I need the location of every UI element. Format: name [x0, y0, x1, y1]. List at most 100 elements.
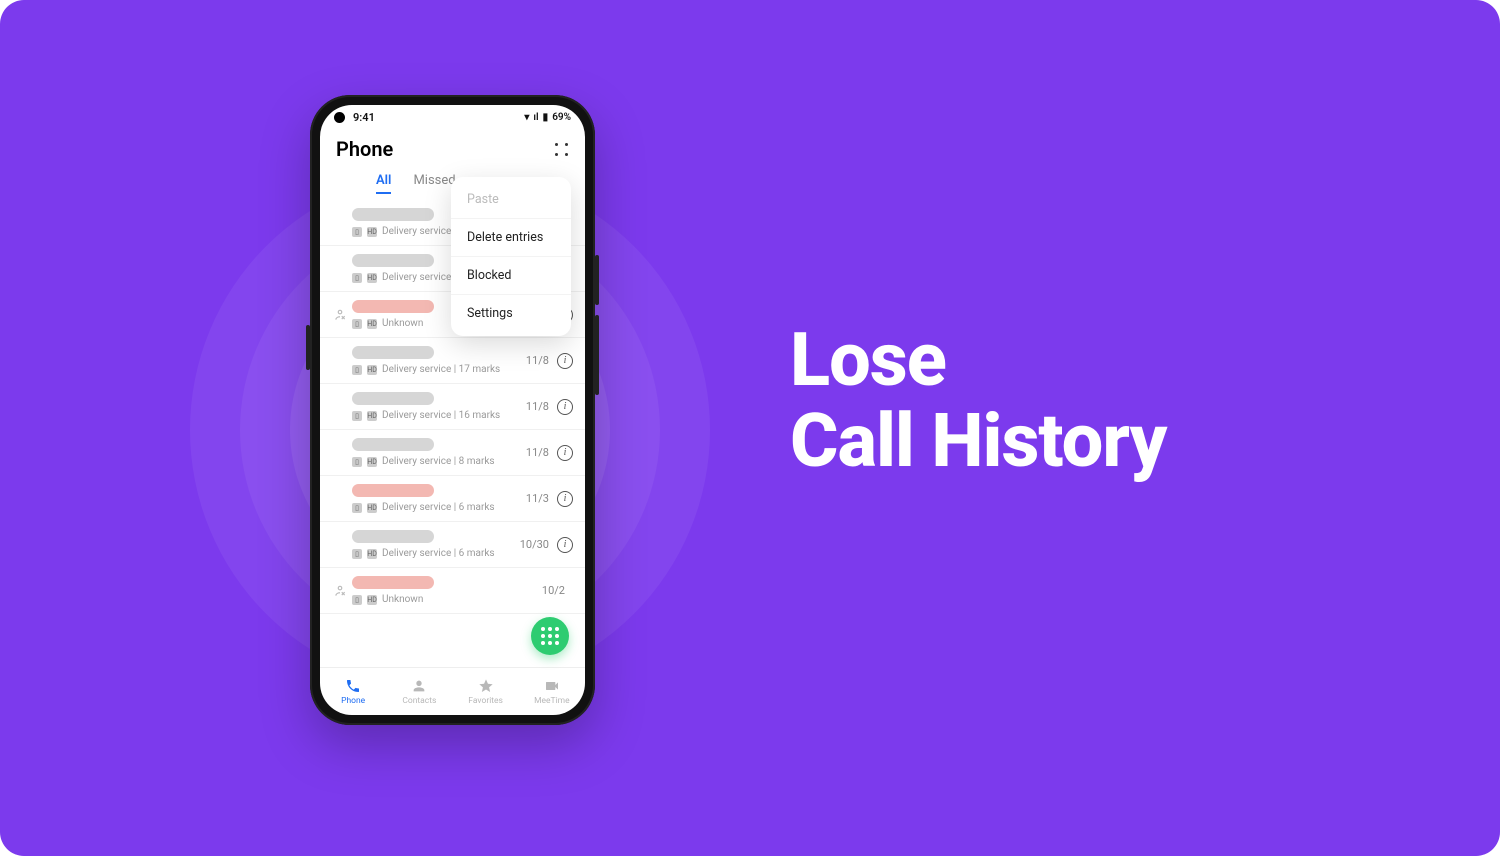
nav-phone[interactable]: Phone	[320, 668, 386, 715]
row-body: ▯ HD Delivery service | 6 marks	[352, 530, 520, 559]
row-body: ▯ HD Delivery service | 6 marks	[352, 484, 526, 513]
hd-icon: HD	[367, 319, 377, 329]
nav-meetime-label: MeeTime	[534, 696, 570, 706]
call-info-button[interactable]: i	[557, 399, 573, 415]
row-subtext: Delivery service | 8 marks	[382, 456, 495, 467]
sim-icon: ▯	[352, 549, 362, 559]
redacted-caller-name	[352, 208, 434, 221]
row-subtext: Delivery service | 17 marks	[382, 364, 500, 375]
bottom-nav: Phone Contacts Favorites MeeTime	[320, 667, 585, 715]
call-info-button[interactable]: i	[557, 537, 573, 553]
missed-call-person-icon	[333, 308, 347, 322]
signal-icon: ıl	[533, 112, 538, 123]
redacted-caller-name	[352, 392, 434, 405]
call-row[interactable]: ▯ HD Delivery service | 6 marks 10/30 i	[320, 522, 585, 568]
redacted-caller-name	[352, 530, 434, 543]
nav-favorites-label: Favorites	[468, 696, 503, 706]
phone-icon	[345, 678, 361, 694]
row-left-icon	[332, 584, 348, 598]
hd-icon: HD	[367, 595, 377, 605]
call-row[interactable]: ▯HDDelivery service | 8 marks11/8 i	[320, 430, 585, 476]
hd-icon: HD	[367, 411, 377, 421]
battery-icon: ▮	[543, 112, 549, 123]
sim-icon: ▯	[352, 365, 362, 375]
nav-favorites[interactable]: Favorites	[453, 668, 519, 715]
redacted-caller-name	[352, 346, 434, 359]
redacted-caller-name	[352, 300, 434, 313]
hd-icon: HD	[367, 549, 377, 559]
row-body: ▯HDDelivery service | 8 marks	[352, 438, 526, 467]
phone-screen: 9:41 ▾ ıl ▮ 69% Phone All Missed	[320, 105, 585, 715]
missed-call-person-icon	[333, 584, 347, 598]
sim-icon: ▯	[352, 411, 362, 421]
sim-icon: ▯	[352, 595, 362, 605]
row-date: 10/30	[520, 538, 549, 551]
row-subline: ▯ HD Delivery service | 6 marks	[352, 548, 520, 559]
row-body: ▯ HD Delivery service | 16 marks	[352, 392, 526, 421]
row-body: ▯ HD Delivery service | 17 marks	[352, 346, 526, 375]
video-icon	[544, 678, 560, 694]
menu-delete-entries[interactable]: Delete entries	[451, 219, 571, 257]
row-subtext: Delivery service | 6 marks	[382, 548, 495, 559]
headline: Lose Call History	[790, 320, 1166, 483]
row-subline: ▯ HD Delivery service | 16 marks	[352, 410, 526, 421]
promo-canvas: Lose Call History 9:41 ▾ ıl ▮ 69%	[0, 0, 1500, 856]
nav-phone-label: Phone	[341, 696, 365, 706]
headline-line2: Call History	[790, 401, 1166, 482]
tab-missed[interactable]: Missed	[413, 173, 455, 194]
star-icon	[478, 678, 494, 694]
hd-icon: HD	[367, 503, 377, 513]
status-bar: 9:41 ▾ ıl ▮ 69%	[320, 105, 585, 129]
row-subtext: Delivery service | 6 marks	[382, 502, 495, 513]
call-info-button[interactable]: i	[557, 491, 573, 507]
row-subtext: Delivery service | 16 marks	[382, 410, 500, 421]
call-row[interactable]: ▯ HD Delivery service | 16 marks 11/8 i	[320, 384, 585, 430]
status-time: 9:41	[353, 111, 375, 124]
menu-paste[interactable]: Paste	[451, 181, 571, 219]
headline-line1: Lose	[790, 320, 1166, 401]
phone-mockup: 9:41 ▾ ıl ▮ 69% Phone All Missed	[310, 95, 595, 725]
row-date: 11/8	[526, 446, 549, 459]
menu-blocked[interactable]: Blocked	[451, 257, 571, 295]
sim-icon: ▯	[352, 457, 362, 467]
nav-contacts[interactable]: Contacts	[386, 668, 452, 715]
hd-icon: HD	[367, 227, 377, 237]
tab-all[interactable]: All	[376, 173, 391, 194]
menu-settings[interactable]: Settings	[451, 295, 571, 332]
call-row[interactable]: ▯ HD Delivery service | 6 marks 11/3 i	[320, 476, 585, 522]
redacted-caller-name	[352, 484, 434, 497]
call-row[interactable]: ▯ HD Delivery service | 17 marks 11/8 i	[320, 338, 585, 384]
overflow-menu: Paste Delete entries Blocked Settings	[451, 177, 571, 336]
app-title: Phone	[336, 137, 393, 161]
row-body: ▯HDUnknown	[352, 576, 542, 605]
camera-punch-hole	[334, 112, 345, 123]
row-date: 10/2	[542, 584, 565, 597]
battery-percent: 69%	[552, 112, 571, 123]
sim-icon: ▯	[352, 273, 362, 283]
redacted-caller-name	[352, 576, 434, 589]
phone-side-button	[595, 255, 599, 305]
sim-icon: ▯	[352, 227, 362, 237]
call-info-button[interactable]: i	[557, 445, 573, 461]
call-row[interactable]: ▯HDUnknown10/2	[320, 568, 585, 614]
phone-side-button	[595, 315, 599, 395]
row-left-icon	[332, 308, 348, 322]
row-subline: ▯HDUnknown	[352, 594, 542, 605]
sim-icon: ▯	[352, 503, 362, 513]
sim-icon: ▯	[352, 319, 362, 329]
wifi-icon: ▾	[524, 112, 529, 123]
row-date: 11/8	[526, 400, 549, 413]
contacts-icon	[411, 678, 427, 694]
row-subline: ▯ HD Delivery service | 17 marks	[352, 364, 526, 375]
dialpad-icon	[541, 627, 559, 645]
title-bar: Phone	[320, 129, 585, 167]
hd-icon: HD	[367, 273, 377, 283]
dialpad-fab[interactable]	[531, 617, 569, 655]
row-date: 11/8	[526, 354, 549, 367]
nav-meetime[interactable]: MeeTime	[519, 668, 585, 715]
hd-icon: HD	[367, 365, 377, 375]
call-info-button[interactable]: i	[557, 353, 573, 369]
overflow-menu-button[interactable]	[553, 141, 569, 157]
redacted-caller-name	[352, 438, 434, 451]
row-date: 11/3	[526, 492, 549, 505]
